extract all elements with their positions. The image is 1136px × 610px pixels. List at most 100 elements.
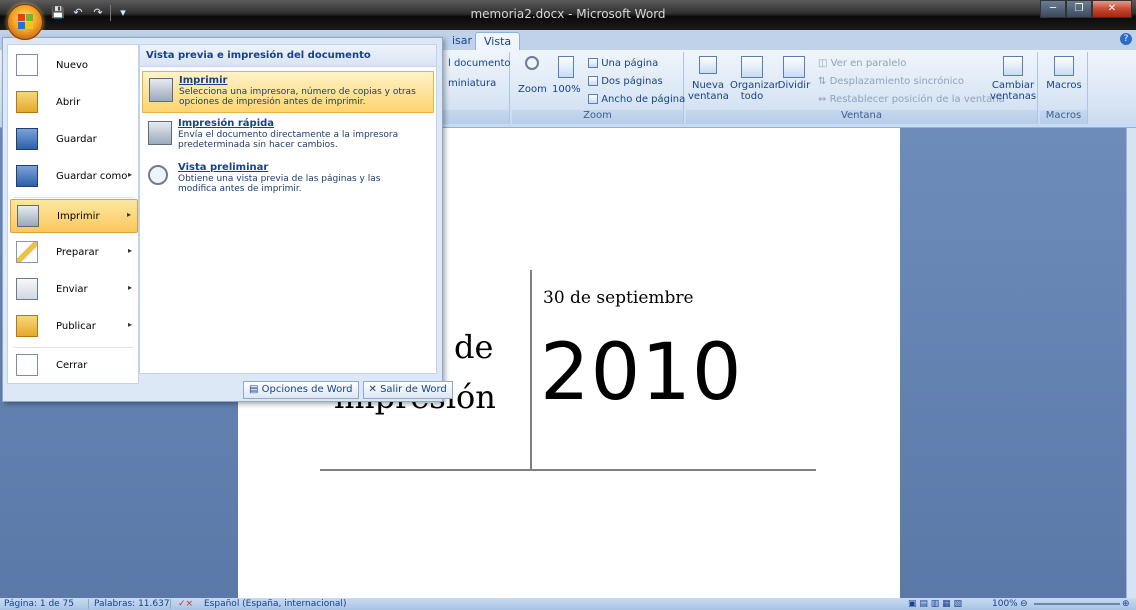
zoom-100-label: 100% [552,84,581,95]
chevron-right-icon: ▸ [127,170,132,179]
zoom-in-icon[interactable]: ⊕ [1122,598,1130,610]
exit-word-button[interactable]: ✕ Salir de Word [362,381,453,399]
menu-item-label: Guardar [56,134,97,145]
switch-windows-button[interactable]: Cambiar ventanas [990,56,1036,102]
switch-windows-label: Cambiar ventanas [990,80,1037,102]
status-separator [170,599,171,609]
side-by-side-button[interactable]: ◫ Ver en paralelo [818,58,906,69]
submenu-item-vista-preliminar[interactable]: Vista preliminar Obtiene una vista previ… [142,159,434,201]
arrange-all-icon [741,56,763,78]
reset-position-icon: ⇔ [818,94,830,105]
chevron-right-icon: ▸ [127,283,132,292]
group-zoom: Zoom 100% Una página Dos páginas Ancho d… [512,52,685,124]
zoom-label: Zoom [518,84,547,95]
reset-position-button[interactable]: ⇔ Restablecer posición de la ventana [818,94,1005,105]
zoom-button[interactable]: Zoom [518,56,547,95]
prepare-pencil-icon [16,241,38,263]
group-label-ventana: Ventana [686,110,1037,124]
arrange-all-label: Organizar todo [730,80,779,102]
close-document-icon [16,354,38,376]
arrange-all-button[interactable]: Organizar todo [730,56,779,102]
vertical-rule [530,270,532,470]
menu-item-nuevo[interactable]: Nuevo [10,49,138,83]
redo-icon[interactable]: ↷ [90,5,106,21]
menu-item-label: Enviar [56,284,88,295]
title-bar: 💾 ↶ ↷ ▾ memoria2.docx - Microsoft Word ─… [0,0,1136,30]
word-options-label: Opciones de Word [261,384,353,395]
printer-icon [17,205,39,227]
submenu-header: Vista previa e impresión del documento [140,45,436,67]
office-button[interactable] [7,4,43,40]
new-window-label: Nueva ventana [688,80,729,102]
office-menu-commands: Nuevo Abrir Guardar Guardar como ▸ Impri… [7,44,139,384]
customize-qat-icon[interactable]: ▾ [115,5,131,21]
two-pages-label: Dos páginas [601,76,663,87]
menu-item-cerrar[interactable]: Cerrar [10,349,138,383]
group-ventana: Nueva ventana Organizar todo Dividir ◫ V… [686,52,1038,124]
new-window-button[interactable]: Nueva ventana [688,56,729,102]
quick-access-toolbar: 💾 ↶ ↷ ▾ [50,5,131,21]
zoom-out-icon[interactable]: ⊖ [1020,598,1028,610]
macros-icon [1054,56,1074,76]
proofing-icon[interactable]: ✓× [178,598,193,610]
macros-label: Macros [1046,80,1082,91]
zoom-level[interactable]: 100% [992,598,1018,610]
menu-item-guardar[interactable]: Guardar [10,123,138,157]
menu-item-label: Nuevo [56,60,89,71]
one-page-icon [588,58,598,68]
macros-button[interactable]: Macros [1044,56,1084,91]
zoom-slider[interactable] [1034,603,1120,605]
vertical-scrollbar[interactable] [1126,128,1136,598]
group-label-zoom: Zoom [512,110,683,124]
minimize-button[interactable]: ─ [1040,0,1066,18]
horizontal-rule [320,469,816,471]
save-as-icon [16,165,38,187]
menu-item-enviar[interactable]: Enviar ▸ [10,273,138,307]
page-count[interactable]: Página: 1 de 75 [4,598,74,610]
document-view-button[interactable]: l documento [448,58,511,69]
send-icon [16,278,38,300]
split-icon [783,56,805,78]
help-icon[interactable]: ? [1120,33,1132,45]
maximize-button[interactable]: ❐ [1066,0,1092,18]
side-by-side-label: Ver en paralelo [830,58,907,69]
menu-item-abrir[interactable]: Abrir [10,86,138,120]
options-icon: ▤ [249,384,262,395]
menu-item-preparar[interactable]: Preparar ▸ [10,236,138,270]
two-pages-button[interactable]: Dos páginas [588,76,663,87]
switch-windows-icon [1003,56,1023,76]
sync-scroll-button[interactable]: ⇅ Desplazamiento sincrónico [818,76,964,87]
status-bar: Página: 1 de 75 Palabras: 11.637 ✓× Espa… [0,598,1136,610]
page-width-button[interactable]: Ancho de página [588,94,685,105]
zoom-100-button[interactable]: 100% [552,56,581,95]
save-icon[interactable]: 💾 [50,5,66,21]
word-count[interactable]: Palabras: 11.637 [94,598,170,610]
group-document-views: l documento miniatura [440,52,511,124]
one-page-button[interactable]: Una página [588,58,658,69]
chevron-right-icon: ▸ [126,210,131,219]
menu-item-guardar-como[interactable]: Guardar como ▸ [10,160,138,194]
submenu-item-impresion-rapida[interactable]: Impresión rápida Envía el documento dire… [142,115,434,157]
undo-icon[interactable]: ↶ [70,5,86,21]
thumbnail-button[interactable]: miniatura [448,78,496,89]
reset-position-label: Restablecer posición de la ventana [829,94,1005,105]
group-label-macros: Macros [1040,110,1087,124]
sync-scroll-label: Desplazamiento sincrónico [829,76,965,87]
submenu-item-title: Imprimir [179,75,228,86]
menu-item-imprimir[interactable]: Imprimir ▸ [10,199,138,233]
group-label-views [440,110,509,124]
split-label: Dividir [777,80,811,91]
chevron-right-icon: ▸ [127,246,132,255]
language-indicator[interactable]: Español (España, internacional) [204,598,346,610]
split-button[interactable]: Dividir [776,56,812,91]
menu-separator [14,347,134,348]
tab-vista[interactable]: Vista [475,32,521,50]
printer-icon [149,78,173,102]
view-buttons[interactable]: ▣ ▤ ▥ ▦ ▧ [908,598,962,610]
print-preview-icon [148,165,168,185]
menu-item-publicar[interactable]: Publicar ▸ [10,310,138,344]
submenu-item-title: Vista preliminar [178,162,269,173]
submenu-item-imprimir[interactable]: Imprimir Selecciona una impresora, númer… [142,71,434,113]
word-options-button[interactable]: ▤ Opciones de Word [243,381,359,399]
close-button[interactable]: ✕ [1092,0,1132,18]
